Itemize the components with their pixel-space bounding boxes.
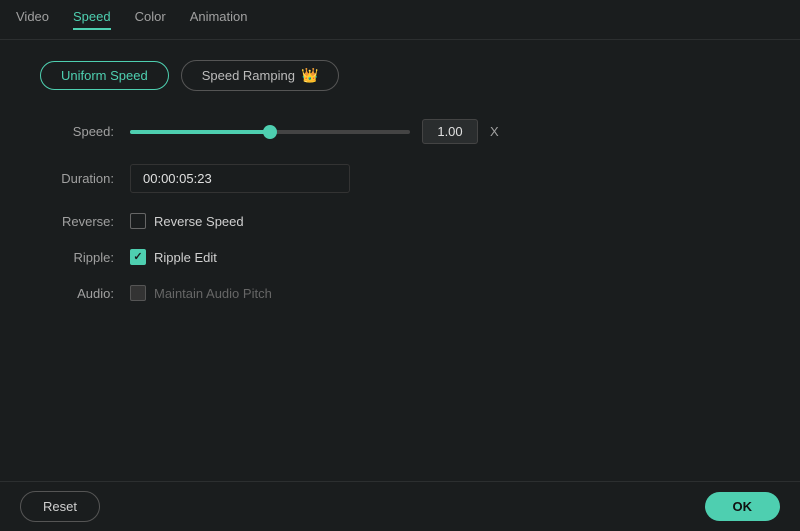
top-nav: Video Speed Color Animation bbox=[0, 0, 800, 40]
reverse-checkbox-label: Reverse Speed bbox=[154, 214, 244, 229]
crown-icon: 👑 bbox=[301, 67, 318, 84]
reverse-label: Reverse: bbox=[40, 214, 130, 229]
mode-buttons-row: Uniform Speed Speed Ramping 👑 bbox=[40, 60, 760, 91]
tab-color[interactable]: Color bbox=[135, 9, 166, 30]
ripple-row: Ripple: Ripple Edit bbox=[40, 249, 760, 265]
speed-slider-track[interactable] bbox=[130, 130, 410, 134]
tab-video[interactable]: Video bbox=[16, 9, 49, 30]
ripple-checkbox-label: Ripple Edit bbox=[154, 250, 217, 265]
audio-checkbox-label: Maintain Audio Pitch bbox=[154, 286, 272, 301]
speed-ramping-button[interactable]: Speed Ramping 👑 bbox=[181, 60, 340, 91]
audio-checkbox[interactable] bbox=[130, 285, 146, 301]
speed-value-box[interactable]: 1.00 bbox=[422, 119, 478, 144]
reset-button[interactable]: Reset bbox=[20, 491, 100, 522]
tab-speed[interactable]: Speed bbox=[73, 9, 111, 30]
speed-ramping-label: Speed Ramping bbox=[202, 68, 295, 83]
speed-label: Speed: bbox=[40, 124, 130, 139]
speed-row: Speed: 1.00 X bbox=[40, 119, 760, 144]
duration-label: Duration: bbox=[40, 171, 130, 186]
ripple-label: Ripple: bbox=[40, 250, 130, 265]
audio-checkbox-row: Maintain Audio Pitch bbox=[130, 285, 272, 301]
reverse-checkbox-row: Reverse Speed bbox=[130, 213, 244, 229]
speed-unit: X bbox=[490, 124, 499, 139]
bottom-bar: Reset OK bbox=[0, 481, 800, 531]
duration-input[interactable] bbox=[130, 164, 350, 193]
ok-button[interactable]: OK bbox=[705, 492, 781, 521]
reverse-row: Reverse: Reverse Speed bbox=[40, 213, 760, 229]
audio-row: Audio: Maintain Audio Pitch bbox=[40, 285, 760, 301]
ripple-checkbox[interactable] bbox=[130, 249, 146, 265]
speed-control: 1.00 X bbox=[130, 119, 760, 144]
ripple-checkbox-row: Ripple Edit bbox=[130, 249, 217, 265]
reverse-checkbox[interactable] bbox=[130, 213, 146, 229]
uniform-speed-button[interactable]: Uniform Speed bbox=[40, 61, 169, 90]
speed-slider-fill bbox=[130, 130, 270, 134]
main-content: Uniform Speed Speed Ramping 👑 Speed: 1.0… bbox=[0, 40, 800, 341]
speed-slider-thumb[interactable] bbox=[263, 125, 277, 139]
tab-animation[interactable]: Animation bbox=[190, 9, 248, 30]
duration-row: Duration: bbox=[40, 164, 760, 193]
audio-label: Audio: bbox=[40, 286, 130, 301]
